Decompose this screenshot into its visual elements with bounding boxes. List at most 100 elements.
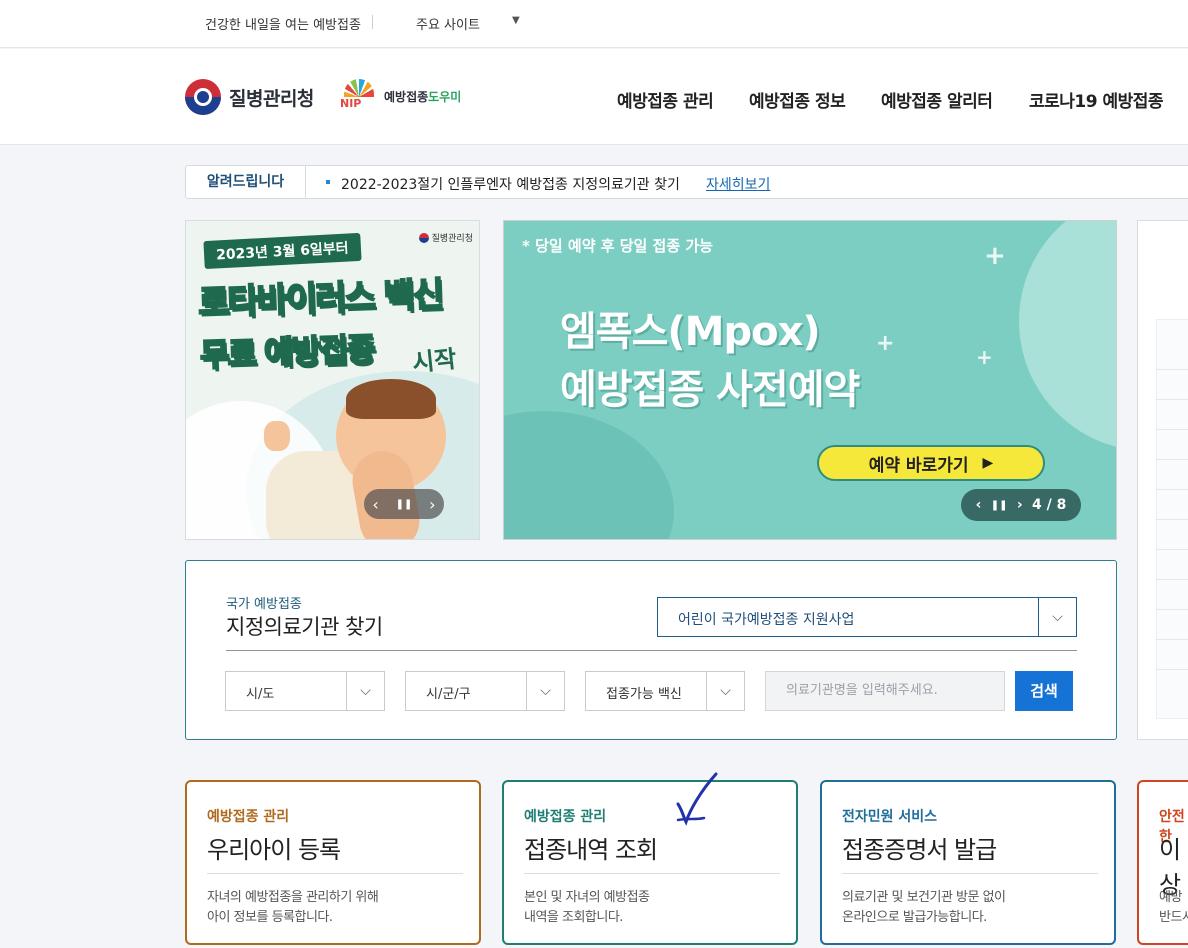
card-vaccination-history[interactable]: 예방접종 관리 접종내역 조회 본인 및 자녀의 예방접종 내역을 조회합니다. <box>502 780 798 945</box>
banner-bg-circle <box>1019 221 1116 451</box>
chevron-down-icon[interactable]: ⌵ <box>706 672 744 710</box>
card-description: 본인 및 자녀의 예방접종 <box>524 890 650 905</box>
side-panel-divider <box>1156 459 1188 460</box>
chevron-right-icon[interactable]: › <box>429 495 435 514</box>
reservation-button[interactable]: 예약 바로가기 ▶ <box>817 445 1045 481</box>
vaccine-select-value: 접종가능 백신 <box>606 687 682 702</box>
search-divider <box>226 650 1077 651</box>
side-panel-divider <box>1156 639 1188 640</box>
notice-text[interactable]: 2022-2023절기 인플루엔자 예방접종 지정의료기관 찾기 <box>341 174 680 194</box>
program-select[interactable]: 어린이 국가예방접종 지원사업 ⌵ <box>657 597 1077 637</box>
nip-letters-text: NIP <box>340 97 362 110</box>
nip-logo-text: 예방접종도우미 <box>384 88 461 105</box>
banner-headline-1: 로타바이러스 백신 <box>196 274 443 324</box>
sigungu-select-value: 시/군/구 <box>426 687 471 702</box>
card-description: 아이 정보를 등록합니다. <box>207 910 333 925</box>
chevron-right-icon[interactable]: › <box>1017 497 1023 513</box>
card-adverse-event[interactable]: 안전한 이상 예방 반드시 <box>1137 780 1188 945</box>
kdca-logo[interactable]: 질병관리청 <box>185 79 314 115</box>
side-panel-divider <box>1156 519 1188 520</box>
banner-date: 2023년 3월 6일부터 <box>203 232 362 270</box>
search-title: 지정의료기관 찾기 <box>226 615 383 639</box>
nip-sun-icon: NIP <box>340 79 378 113</box>
search-button[interactable]: 검색 <box>1015 671 1073 711</box>
banner-left-controls: ‹ ❚❚ › <box>364 489 444 519</box>
side-panel-divider <box>1156 579 1188 580</box>
bullet-icon <box>326 180 330 184</box>
baby-hair-illustration <box>346 379 436 419</box>
reservation-button-label: 예약 바로가기 <box>868 455 969 476</box>
nip-logo-text-a: 예방접종 <box>384 89 429 104</box>
banner-page-indicator: 4 / 8 <box>1031 497 1067 513</box>
card-description: 온라인으로 발급가능합니다. <box>842 910 987 925</box>
mpox-banner[interactable]: + + + * 당일 예약 후 당일 접종 가능 엠폭스(Mpox) 예방접종 … <box>503 220 1117 540</box>
card-description: 예방 <box>1159 890 1182 905</box>
banner-org-logo: 질병관리청 <box>418 231 473 244</box>
chevron-left-icon[interactable]: ‹ <box>976 497 982 513</box>
card-divider <box>207 873 463 874</box>
card-category: 예방접종 관리 <box>524 809 607 825</box>
side-panel-divider <box>1156 669 1188 670</box>
baby-hand-illustration <box>264 421 290 451</box>
kdca-logo-text: 질병관리청 <box>229 87 314 110</box>
banner-bg-circle <box>504 411 674 539</box>
nip-letters: NIP <box>340 97 361 110</box>
side-panel <box>1137 220 1188 740</box>
banner-org-text: 질병관리청 <box>431 234 473 244</box>
nip-logo[interactable]: NIP 예방접종도우미 <box>340 79 461 113</box>
handwritten-check-mark-icon <box>676 772 718 826</box>
side-panel-divider <box>1156 489 1188 490</box>
taeguk-emblem-icon <box>185 79 221 115</box>
card-title: 접종내역 조회 <box>524 836 658 864</box>
card-category: 예방접종 관리 <box>207 809 290 825</box>
play-triangle-icon: ▶ <box>982 455 994 471</box>
card-description: 자녀의 예방접종을 관리하기 위해 <box>207 890 379 905</box>
program-select-value: 어린이 국가예방접종 지원사업 <box>678 612 855 628</box>
chevron-left-icon[interactable]: ‹ <box>372 495 378 514</box>
side-panel-divider <box>1156 549 1188 550</box>
card-description: 의료기관 및 보건기관 방문 없이 <box>842 890 1006 905</box>
banner-headline-2: 무료 예방접종 <box>198 329 375 375</box>
card-title: 접종증명서 발급 <box>842 836 997 864</box>
side-panel-divider <box>1156 369 1188 370</box>
chevron-down-icon[interactable]: ⌵ <box>526 672 564 710</box>
nav-vaccination-alert[interactable]: 예방접종 알리터 <box>881 87 993 112</box>
banner-title-1: 엠폭스(Mpox) <box>560 309 821 355</box>
side-panel-divider <box>1156 399 1188 400</box>
card-certificate[interactable]: 전자민원 서비스 접종증명서 발급 의료기관 및 보건기관 방문 없이 온라인으… <box>820 780 1116 945</box>
card-divider <box>524 873 780 874</box>
plus-decoration-icon: + <box>876 331 895 356</box>
utility-bar: 건강한 내일을 여는 예방접종 주요 사이트 ▼ <box>0 0 1188 48</box>
notice-bar: 알려드립니다 2022-2023절기 인플루엔자 예방접종 지정의료기관 찾기 … <box>185 165 1188 199</box>
card-register-child[interactable]: 예방접종 관리 우리아이 등록 자녀의 예방접종을 관리하기 위해 아이 정보를… <box>185 780 481 945</box>
rotavirus-banner[interactable]: 질병관리청 2023년 3월 6일부터 로타바이러스 백신 무료 예방접종 시작… <box>185 220 480 540</box>
banner-title-2: 예방접종 사전예약 <box>560 367 860 413</box>
nip-logo-text-b: 도우미 <box>428 89 462 104</box>
plus-decoration-icon: + <box>976 345 993 369</box>
sigungu-select[interactable]: 시/군/구 ⌵ <box>405 671 565 711</box>
site-slogan: 건강한 내일을 여는 예방접종 <box>205 18 361 33</box>
sido-select[interactable]: 시/도 ⌵ <box>225 671 385 711</box>
clinic-search-box: 국가 예방접종 지정의료기관 찾기 어린이 국가예방접종 지원사업 ⌵ 시/도 … <box>185 560 1117 740</box>
pause-icon[interactable]: ❚❚ <box>396 499 413 510</box>
notice-more-link[interactable]: 자세히보기 <box>706 174 770 194</box>
chevron-down-icon[interactable]: ⌵ <box>1038 598 1076 636</box>
plus-decoration-icon: + <box>984 241 1006 271</box>
vaccine-select[interactable]: 접종가능 백신 ⌵ <box>585 671 745 711</box>
banner-headline-3: 시작 <box>410 344 458 378</box>
chevron-down-icon[interactable]: ⌵ <box>346 672 384 710</box>
nav-covid19-vaccination[interactable]: 코로나19 예방접종 <box>1029 87 1164 112</box>
pause-icon[interactable]: ❚❚ <box>991 500 1008 511</box>
caret-down-icon[interactable]: ▼ <box>512 15 520 26</box>
card-description: 내역을 조회합니다. <box>524 910 623 925</box>
major-sites-dropdown[interactable]: 주요 사이트 <box>416 14 480 33</box>
nav-vaccination-info[interactable]: 예방접종 정보 <box>749 87 846 112</box>
banner-subtitle: * 당일 예약 후 당일 접종 가능 <box>522 237 713 255</box>
banner-main-controls: ‹ ❚❚ › 4 / 8 <box>961 489 1081 521</box>
clinic-name-input[interactable]: 의료기관명을 입력해주세요. <box>765 671 1005 711</box>
card-description: 반드시 <box>1159 910 1188 925</box>
taeguk-emblem-icon <box>418 232 429 243</box>
site-header: 질병관리청 NIP 예방접종도우미 예방접종 관리 예방접종 정보 예방접종 알… <box>0 49 1188 145</box>
nav-vaccination-management[interactable]: 예방접종 관리 <box>617 87 714 112</box>
side-panel-divider <box>1156 429 1188 430</box>
